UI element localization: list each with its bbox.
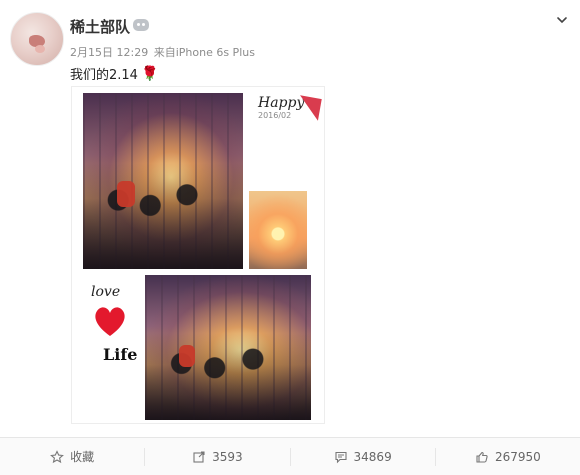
comment-count: 34869 (353, 449, 392, 464)
post-text: 我们的2.14 (70, 68, 138, 83)
repost-button[interactable]: 3593 (145, 450, 289, 464)
people-silhouettes (83, 163, 243, 269)
tunnel-photo-2[interactable] (145, 275, 311, 420)
tunnel-photo-1[interactable] (83, 93, 243, 269)
red-shirt-figure (179, 345, 195, 367)
post-content: 我们的2.14 🌹 (70, 64, 159, 84)
thumbs-up-icon (476, 451, 488, 463)
heart-icon (95, 307, 125, 336)
comment-button[interactable]: 34869 (291, 450, 435, 464)
love-text: love (91, 284, 121, 300)
avatar[interactable] (10, 12, 64, 66)
repost-count: 3593 (212, 449, 243, 464)
like-button[interactable]: 267950 (436, 450, 580, 464)
comment-icon (334, 451, 347, 463)
weibo-post: 稀土部队 2月15日 12:29 来自iPhone 6s Plus 我们的2.1… (0, 0, 580, 475)
people-silhouettes (145, 333, 311, 420)
post-meta: 2月15日 12:29 来自iPhone 6s Plus (70, 44, 257, 60)
post-source[interactable]: 来自iPhone 6s Plus (154, 46, 255, 59)
red-shirt-figure (117, 181, 135, 207)
username[interactable]: 稀土部队 (70, 16, 130, 37)
share-icon (193, 450, 205, 463)
avatar-decoration-2 (35, 45, 45, 53)
post-time[interactable]: 2月15日 12:29 (70, 46, 148, 59)
collage-date: 2016/02 (258, 111, 292, 120)
favorite-button[interactable]: 收藏 (0, 448, 144, 465)
favorite-label: 收藏 (70, 450, 95, 464)
star-icon (50, 449, 65, 463)
rose-icon: 🌹 (140, 65, 159, 82)
verified-badge-icon (133, 19, 149, 31)
like-count: 267950 (494, 449, 541, 464)
photo-collage[interactable]: Happy 2016/02 love Life (71, 86, 325, 424)
life-text: Life (103, 345, 138, 364)
sunset-photo[interactable] (249, 191, 307, 269)
corner-heart-icon (296, 95, 322, 121)
action-bar: 收藏 3593 34869 267950 (0, 437, 580, 475)
chevron-down-icon[interactable] (556, 14, 568, 26)
